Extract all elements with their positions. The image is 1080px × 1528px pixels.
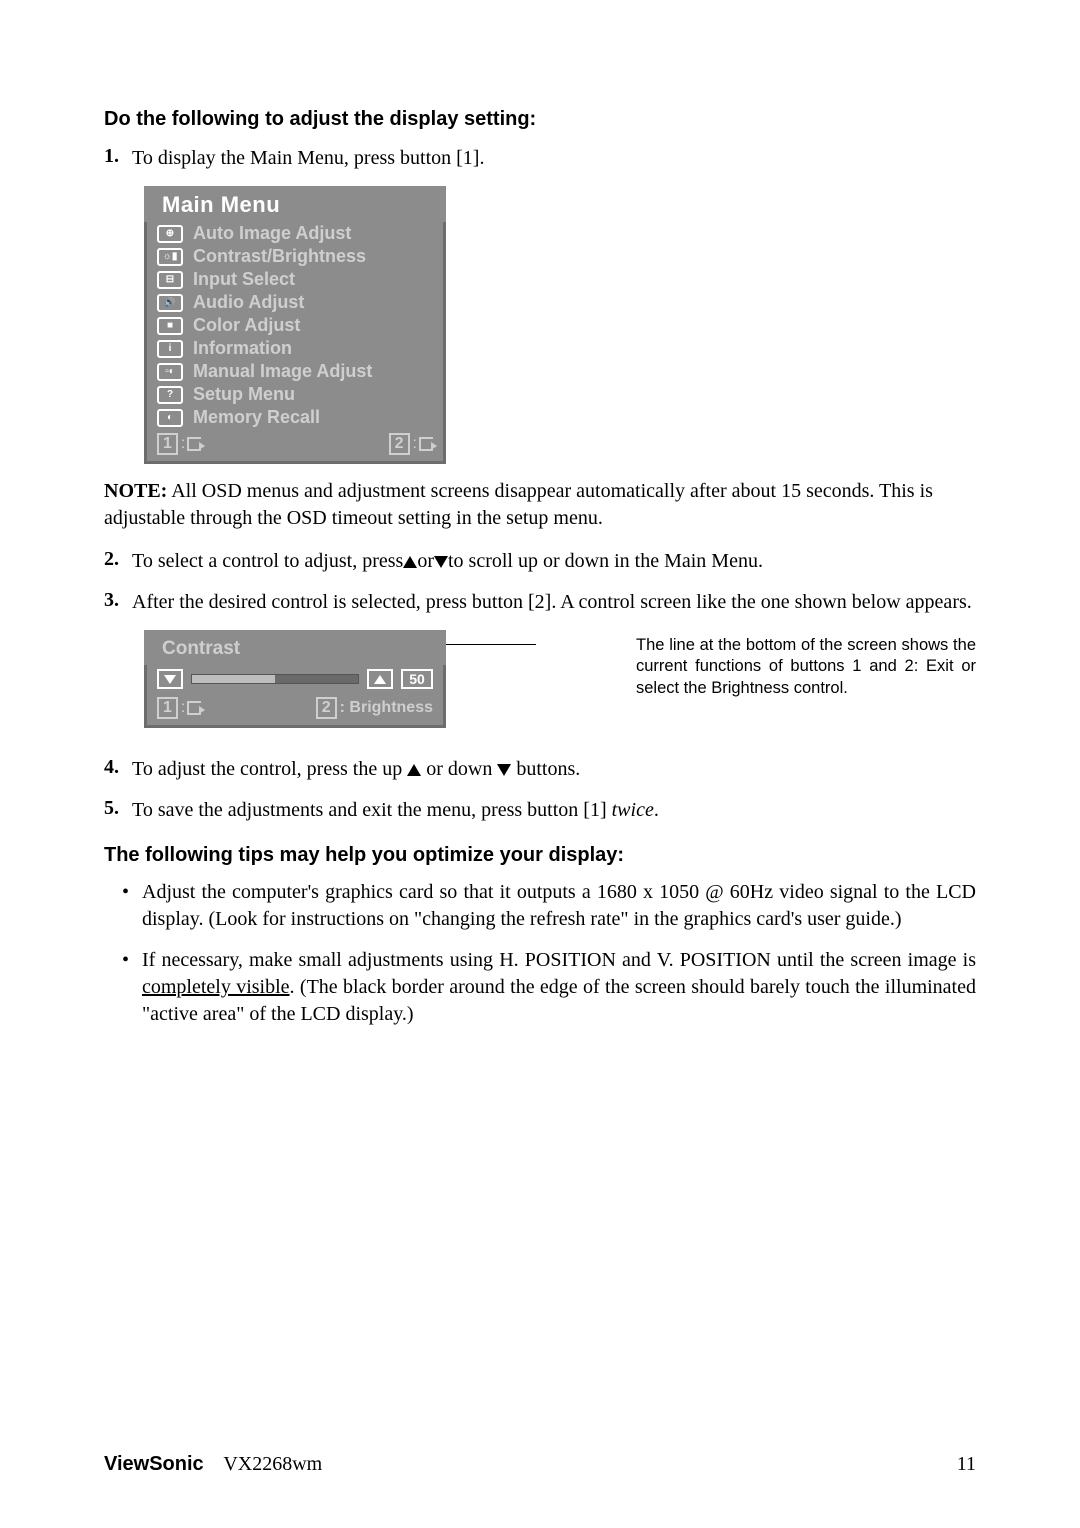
bullet-1: • Adjust the computer's graphics card so…: [122, 879, 976, 933]
bullet-2: • If necessary, make small adjustments u…: [122, 947, 976, 1028]
osd-item: ? Setup Menu: [147, 383, 443, 406]
osd-item-label: Information: [193, 338, 292, 359]
contrast-slider: 50: [144, 665, 446, 693]
osd-item: ■ Color Adjust: [147, 314, 443, 337]
osd-item: ⊟ Input Select: [147, 268, 443, 291]
footer-brand: ViewSonic: [104, 1453, 204, 1475]
slider-up-button: [367, 669, 393, 689]
down-arrow-icon: [434, 556, 448, 568]
exit-icon: [187, 437, 201, 451]
auto-image-adjust-icon: ⊕: [157, 225, 183, 243]
step-5-text: To save the adjustments and exit the men…: [132, 797, 976, 824]
note-text: All OSD menus and adjustment screens dis…: [104, 480, 933, 529]
step-1-text: To display the Main Menu, press button […: [132, 145, 976, 172]
note-paragraph: NOTE: All OSD menus and adjustment scree…: [104, 478, 976, 532]
step-3-number: 3.: [104, 589, 132, 616]
exit-icon: [187, 701, 201, 715]
contrast-brightness-icon: ☼▮: [157, 248, 183, 266]
step-5-number: 5.: [104, 797, 132, 824]
osd-item: ☼▮ Contrast/Brightness: [147, 245, 443, 268]
contrast-footer-btn-2: 2: Brightness: [316, 697, 433, 719]
osd-item: ◐ Memory Recall: [147, 406, 443, 429]
page-footer: ViewSonic VX2268wm 11: [104, 1453, 976, 1476]
osd-item-label: Manual Image Adjust: [193, 361, 372, 382]
step-2-text: To select a control to adjust, pressorto…: [132, 548, 976, 575]
up-arrow-icon: [407, 764, 421, 776]
footer-page-number: 11: [957, 1453, 976, 1476]
audio-adjust-icon: 🔊: [157, 294, 183, 312]
step-4-text: To adjust the control, press the up or d…: [132, 756, 976, 783]
step-1: 1. To display the Main Menu, press butto…: [104, 145, 976, 172]
setup-menu-icon: ?: [157, 386, 183, 404]
slider-down-button: [157, 669, 183, 689]
connector-line: [446, 644, 536, 645]
osd-item-label: Input Select: [193, 269, 295, 290]
osd-item-label: Audio Adjust: [193, 292, 304, 313]
osd-main-title: Main Menu: [144, 186, 446, 222]
note-label: NOTE:: [104, 480, 167, 502]
slider-track: [191, 674, 359, 684]
step-5: 5. To save the adjustments and exit the …: [104, 797, 976, 824]
osd-footer-btn-2: 2:: [389, 433, 433, 455]
contrast-footer-btn-1: 1:: [157, 697, 201, 719]
color-adjust-icon: ■: [157, 317, 183, 335]
osd-contrast-panel: Contrast 50 1: 2: Brightness: [144, 630, 446, 728]
up-arrow-icon: [374, 675, 386, 684]
enter-icon: [419, 437, 433, 451]
memory-recall-icon: ◐: [157, 409, 183, 427]
step-4-number: 4.: [104, 756, 132, 783]
heading-adjust-display: Do the following to adjust the display s…: [104, 108, 976, 131]
step-4: 4. To adjust the control, press the up o…: [104, 756, 976, 783]
osd-item-label: Memory Recall: [193, 407, 320, 428]
osd-contrast-title: Contrast: [144, 630, 446, 665]
osd-item-label: Setup Menu: [193, 384, 295, 405]
bullet-2-text: If necessary, make small adjustments usi…: [142, 947, 976, 1028]
down-arrow-icon: [497, 764, 511, 776]
osd-item: ▫◐ Manual Image Adjust: [147, 360, 443, 383]
heading-tips: The following tips may help you optimize…: [104, 844, 976, 867]
step-3-text: After the desired control is selected, p…: [132, 589, 976, 616]
bullet-marker: •: [122, 879, 142, 933]
down-arrow-icon: [164, 675, 176, 684]
osd-main-menu: Main Menu ⊕ Auto Image Adjust ☼▮ Contrast/…: [144, 186, 446, 464]
bullet-1-text: Adjust the computer's graphics card so t…: [142, 879, 976, 933]
step-3: 3. After the desired control is selected…: [104, 589, 976, 616]
osd-item-label: Contrast/Brightness: [193, 246, 366, 267]
osd-item-label: Color Adjust: [193, 315, 300, 336]
slider-value: 50: [401, 669, 433, 689]
osd-footer-btn-1: 1:: [157, 433, 201, 455]
annotation-text: The line at the bottom of the screen sho…: [636, 635, 976, 699]
up-arrow-icon: [403, 556, 417, 568]
footer-model: VX2268wm: [223, 1453, 322, 1475]
manual-image-adjust-icon: ▫◐: [157, 363, 183, 381]
step-2: 2. To select a control to adjust, presso…: [104, 548, 976, 575]
step-2-number: 2.: [104, 548, 132, 575]
osd-item: 🔊 Audio Adjust: [147, 291, 443, 314]
step-1-number: 1.: [104, 145, 132, 172]
osd-item: ⊕ Auto Image Adjust: [147, 222, 443, 245]
input-select-icon: ⊟: [157, 271, 183, 289]
osd-item: i Information: [147, 337, 443, 360]
bullet-marker: •: [122, 947, 142, 1028]
information-icon: i: [157, 340, 183, 358]
osd-item-label: Auto Image Adjust: [193, 223, 351, 244]
